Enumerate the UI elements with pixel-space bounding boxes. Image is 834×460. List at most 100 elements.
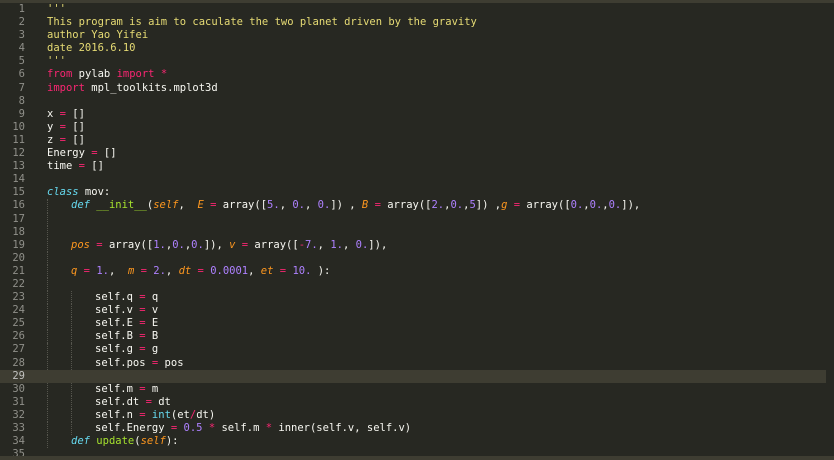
- indent-guide: [71, 408, 72, 422]
- code-token: B: [145, 330, 159, 343]
- line-number: 3: [18, 29, 25, 42]
- code-line[interactable]: 34 def update(self):: [0, 435, 834, 449]
- indent-guide: [71, 422, 72, 436]
- code-token: self.g: [95, 343, 140, 356]
- indent-guide: [71, 291, 72, 305]
- code-line[interactable]: 21 q = 1., m = 2., dt = 0.0001, et = 10. …: [0, 264, 834, 278]
- line-text: self.Energy = 0.5 * self.m * inner(self.…: [95, 422, 411, 435]
- code-line[interactable]: 5 ''': [0, 55, 834, 68]
- indent-guide: [71, 317, 72, 331]
- code-line[interactable]: 33 self.Energy = 0.5 * self.m * inner(sel…: [0, 422, 834, 436]
- code-line[interactable]: 25 self.E = E: [0, 317, 834, 331]
- line-text: pos = array([1.,0.,0.]), v = array([-7.,…: [71, 239, 387, 252]
- line-number: 9: [18, 107, 25, 120]
- code-line[interactable]: 30 self.m = m: [0, 382, 834, 396]
- line-number: 28: [12, 356, 25, 369]
- line-text: self.B = B: [95, 330, 158, 343]
- code-line[interactable]: 26 self.B = B: [0, 330, 834, 344]
- code-token: E: [145, 317, 159, 330]
- code-line[interactable]: 27 self.g = g: [0, 343, 834, 357]
- code-line[interactable]: 4 date 2016.6.10: [0, 42, 834, 55]
- line-number: 25: [12, 317, 25, 330]
- vertical-scrollbar[interactable]: [826, 3, 834, 460]
- code-token: array([: [102, 238, 154, 251]
- code-token: ]) ,: [475, 199, 502, 212]
- line-number: 17: [12, 212, 25, 225]
- code-line[interactable]: 11 z = []: [0, 134, 834, 147]
- code-token: author Yao Yifei: [47, 29, 149, 42]
- code-line[interactable]: 20: [0, 251, 834, 265]
- code-line[interactable]: 9 x = []: [0, 108, 834, 121]
- line-number: 26: [12, 330, 25, 343]
- code-token: class: [47, 186, 79, 199]
- code-line[interactable]: 19 pos = array([1.,0.,0.]), v = array([-7…: [0, 238, 834, 252]
- code-line[interactable]: 28 self.pos = pos: [0, 356, 834, 370]
- code-token: self: [153, 199, 179, 212]
- indent-guide: [71, 382, 72, 396]
- code-token: Energy: [47, 147, 92, 160]
- line-text: time = []: [47, 160, 104, 173]
- code-line[interactable]: 1 ''': [0, 3, 834, 16]
- code-line[interactable]: 16 def __init__(self, E = array([5., 0., …: [0, 199, 834, 213]
- code-line[interactable]: 12 Energy = []: [0, 147, 834, 160]
- indent-guide: [47, 212, 48, 226]
- code-line[interactable]: 7 import mpl_toolkits.mplot3d: [0, 82, 834, 95]
- line-number: 16: [12, 199, 25, 212]
- line-text: x = []: [47, 108, 85, 121]
- code-line[interactable]: 13 time = []: [0, 160, 834, 173]
- code-token: self.E: [95, 317, 140, 330]
- code-line[interactable]: 14: [0, 173, 834, 186]
- code-token: ]) ,: [330, 199, 362, 212]
- line-number: 32: [12, 408, 25, 421]
- code-token: 1.: [330, 238, 343, 251]
- code-line[interactable]: 24 self.v = v: [0, 304, 834, 318]
- code-line[interactable]: 31 self.dt = dt: [0, 395, 834, 409]
- line-text: self.g = g: [95, 343, 158, 356]
- code-line[interactable]: 8: [0, 95, 834, 108]
- code-token: et: [260, 264, 274, 277]
- code-token: date 2016.6.10: [47, 42, 136, 55]
- code-token: array([: [520, 199, 571, 212]
- code-line[interactable]: 18: [0, 225, 834, 239]
- line-number: 23: [12, 291, 25, 304]
- code-line[interactable]: 23 self.q = q: [0, 291, 834, 305]
- line-number: 24: [12, 304, 25, 317]
- code-token: from: [47, 68, 73, 81]
- line-number: 22: [12, 277, 25, 290]
- code-line[interactable]: 10 y = []: [0, 121, 834, 134]
- line-number: 14: [12, 173, 25, 186]
- code-editor[interactable]: 1 ''' 2 This program is aim to caculate the…: [0, 0, 834, 460]
- code-token: self.m: [95, 382, 140, 395]
- code-token: pos: [71, 238, 90, 251]
- code-token: ):: [165, 435, 179, 448]
- code-token: ]),: [203, 238, 230, 251]
- code-token: 0.: [450, 199, 464, 212]
- line-text: y = []: [47, 121, 85, 134]
- code-line[interactable]: 2 This program is aim to caculate the two…: [0, 16, 834, 29]
- code-line[interactable]: 3 author Yao Yifei: [0, 29, 834, 42]
- code-line[interactable]: 32 self.n = int(et/dt): [0, 408, 834, 422]
- code-token: dt: [178, 264, 192, 277]
- indent-guide: [47, 356, 48, 370]
- indent-guide: [47, 291, 48, 305]
- code-token: z: [47, 133, 60, 146]
- code-line[interactable]: 22: [0, 277, 834, 292]
- code-token: ,: [342, 238, 356, 251]
- indent-guide: [47, 435, 48, 449]
- code-line[interactable]: 17: [0, 212, 834, 226]
- indent-guide: [71, 356, 72, 370]
- code-area[interactable]: 1 ''' 2 This program is aim to caculate the…: [0, 3, 834, 460]
- line-number: 33: [12, 422, 25, 434]
- line-text: ''': [47, 55, 66, 68]
- code-line[interactable]: 6 from pylab import *: [0, 68, 834, 81]
- code-line[interactable]: 15 class mov:: [0, 186, 834, 199]
- code-token: This program is aim to caculate the two …: [47, 16, 477, 29]
- code-token: dt): [196, 408, 216, 421]
- indent-guide: [71, 395, 72, 409]
- line-text: date 2016.6.10: [47, 42, 136, 55]
- line-number: 11: [12, 133, 25, 146]
- horizontal-scrollbar[interactable]: [0, 456, 834, 460]
- code-token: self.Energy: [95, 422, 171, 434]
- code-line[interactable]: 29: [0, 369, 834, 383]
- code-token: ]),: [368, 238, 388, 251]
